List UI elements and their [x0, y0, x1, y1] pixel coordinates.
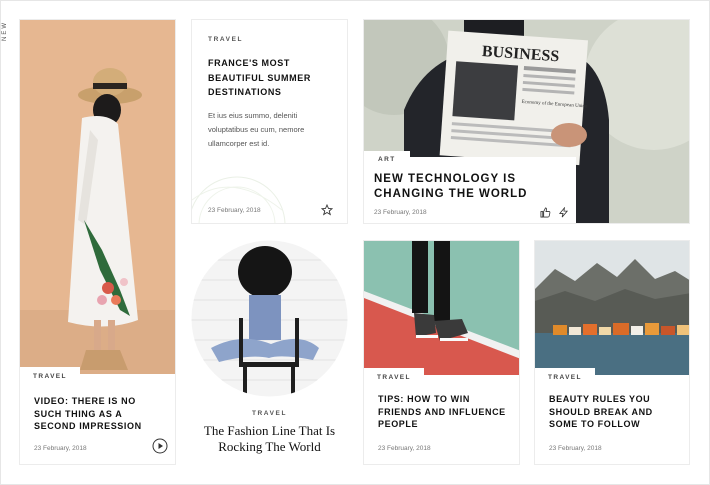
- post-image-woman[interactable]: [20, 20, 176, 374]
- post-category[interactable]: TRAVEL: [191, 410, 348, 417]
- post-title[interactable]: VIDEO: THERE IS NO SUCH THING AS A SECON…: [34, 395, 166, 433]
- post-image-court[interactable]: [364, 241, 520, 375]
- post-card-beauty[interactable]: TRAVEL BEAUTY RULES YOU SHOULD BREAK AND…: [534, 240, 690, 465]
- play-icon[interactable]: [152, 438, 168, 454]
- post-excerpt: Et ius eius summo, deleniti voluptatibus…: [208, 111, 305, 148]
- thumbs-up-icon[interactable]: [540, 207, 551, 218]
- post-date: 23 February, 2018: [549, 445, 602, 452]
- post-date: 23 February, 2018: [208, 207, 261, 214]
- section-label: NEW: [2, 20, 15, 50]
- post-title[interactable]: BEAUTY RULES YOU SHOULD BREAK AND SOME T…: [549, 393, 684, 431]
- category-tag[interactable]: TRAVEL: [364, 368, 424, 387]
- post-card-video[interactable]: TRAVEL VIDEO: THERE IS NO SUCH THING AS …: [19, 19, 176, 465]
- post-date: 23 February, 2018: [378, 445, 431, 452]
- post-title[interactable]: FRANCE'S MOST BEAUTIFUL SUMMER DESTINATI…: [208, 56, 333, 100]
- lightning-icon[interactable]: [558, 207, 569, 218]
- category-tag[interactable]: ART: [364, 151, 410, 168]
- category-tag[interactable]: TRAVEL: [535, 368, 595, 387]
- post-date: 23 February, 2018: [34, 445, 87, 452]
- post-card-fashion[interactable]: TRAVEL The Fashion Line That Is Rocking …: [191, 240, 348, 465]
- post-card-tips[interactable]: TRAVEL TIPS: HOW TO WIN FRIENDS AND INFL…: [363, 240, 520, 465]
- post-category[interactable]: TRAVEL: [208, 36, 243, 43]
- post-image-fashion[interactable]: [191, 240, 348, 397]
- star-icon[interactable]: [321, 204, 333, 216]
- post-title[interactable]: TIPS: HOW TO WIN FRIENDS AND INFLUENCE P…: [378, 393, 512, 431]
- post-title[interactable]: NEW TECHNOLOGY IS CHANGING THE WORLD: [374, 172, 569, 202]
- post-card-technology[interactable]: BUSINESS Economy of the European Union A…: [363, 19, 690, 224]
- post-title[interactable]: The Fashion Line That Is Rocking The Wor…: [203, 423, 336, 455]
- post-card-france[interactable]: TRAVEL FRANCE'S MOST BEAUTIFUL SUMMER DE…: [191, 19, 348, 224]
- post-image-harbor[interactable]: [535, 241, 690, 375]
- section-label-text: NEW: [2, 21, 8, 41]
- category-tag[interactable]: TRAVEL: [20, 367, 80, 386]
- post-date: 23 February, 2018: [374, 209, 427, 216]
